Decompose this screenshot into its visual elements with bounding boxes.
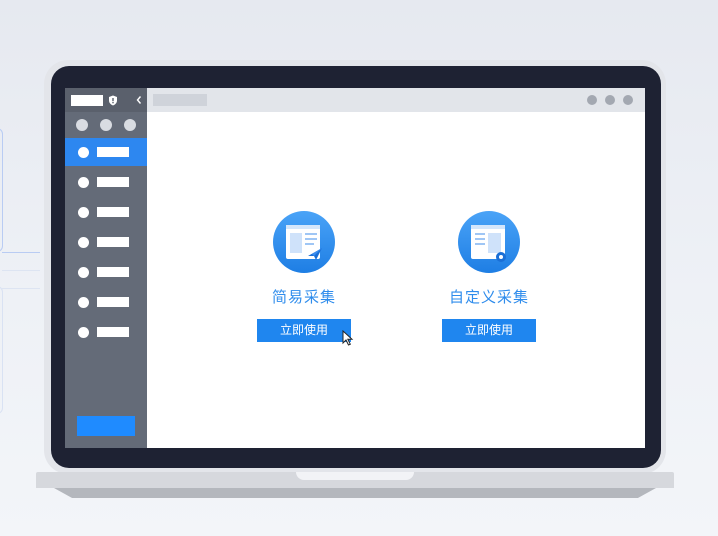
- card-custom-collect: 自定义采集 立即使用: [419, 210, 559, 350]
- sidebar-item-3[interactable]: [65, 198, 147, 226]
- sidebar-item-4[interactable]: [65, 228, 147, 256]
- use-now-button[interactable]: 立即使用: [442, 319, 536, 342]
- window-control-icon[interactable]: [587, 95, 597, 105]
- status-dot: [100, 119, 112, 131]
- status-dots: [65, 114, 147, 136]
- sidebar-header: [65, 88, 147, 112]
- sidebar-item-1[interactable]: [65, 138, 147, 166]
- sidebar-item-6[interactable]: [65, 288, 147, 316]
- bullet-icon: [78, 297, 89, 308]
- decorative-line: [2, 288, 40, 289]
- card-title: 简易采集: [271, 288, 336, 306]
- sidebar: [65, 88, 147, 448]
- app-window: 简易采集 立即使用 自定义采集 立即使用: [65, 88, 645, 448]
- card-simple-collect: 简易采集 立即使用: [234, 210, 374, 350]
- sidebar-item-7[interactable]: [65, 318, 147, 346]
- sidebar-item-label: [97, 297, 129, 307]
- window-control-icon[interactable]: [605, 95, 615, 105]
- bullet-icon: [78, 177, 89, 188]
- mouse-pointer-icon: [342, 330, 354, 346]
- use-now-button[interactable]: 立即使用: [257, 319, 351, 342]
- chevron-left-icon[interactable]: [134, 94, 144, 106]
- title-bar: [147, 88, 645, 112]
- sidebar-item-label: [97, 327, 129, 337]
- decorative-line: [2, 252, 40, 253]
- sidebar-item-label: [97, 237, 129, 247]
- decorative-line: [2, 270, 40, 271]
- status-dot: [76, 119, 88, 131]
- bullet-icon: [78, 147, 89, 158]
- sidebar-item-label: [97, 177, 129, 187]
- custom-collect-icon: [458, 211, 520, 273]
- bullet-icon: [78, 267, 89, 278]
- decorative-line: [0, 286, 3, 414]
- status-dot: [124, 119, 136, 131]
- bullet-icon: [78, 327, 89, 338]
- sidebar-bottom-button[interactable]: [77, 416, 135, 436]
- bullet-icon: [78, 237, 89, 248]
- sidebar-item-label: [97, 147, 129, 157]
- app-logo: [71, 95, 103, 106]
- decorative-line: [0, 128, 3, 252]
- laptop-base-edge: [54, 488, 656, 498]
- sidebar-item-label: [97, 267, 129, 277]
- sidebar-item-label: [97, 207, 129, 217]
- card-title: 自定义采集: [448, 288, 529, 306]
- title-tab[interactable]: [153, 94, 207, 106]
- bullet-icon: [78, 207, 89, 218]
- shield-icon: [109, 95, 117, 106]
- simple-collect-icon: [273, 211, 335, 273]
- sidebar-item-5[interactable]: [65, 258, 147, 286]
- sidebar-item-2[interactable]: [65, 168, 147, 196]
- window-control-icon[interactable]: [623, 95, 633, 105]
- laptop-notch: [296, 472, 414, 480]
